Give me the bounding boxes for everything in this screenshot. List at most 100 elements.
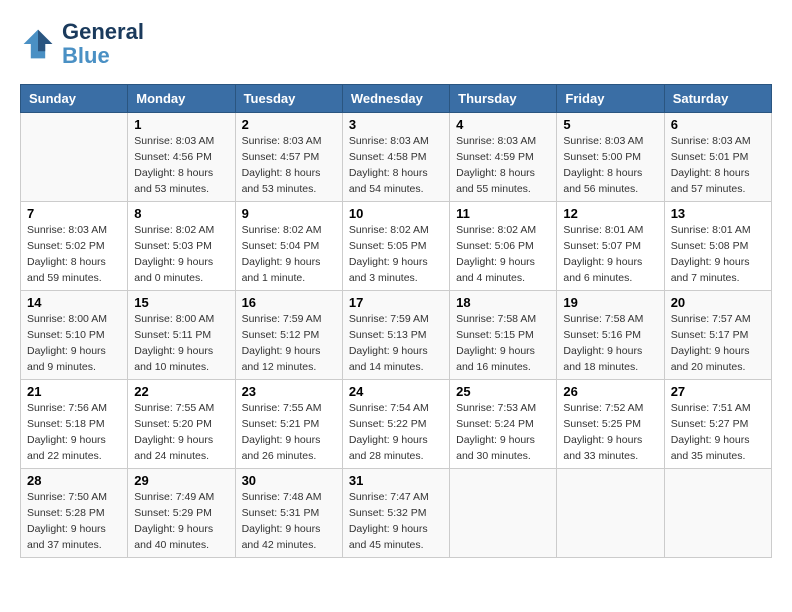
calendar-cell: 8 Sunrise: 8:02 AMSunset: 5:03 PMDaylight… (128, 202, 235, 291)
header-row: SundayMondayTuesdayWednesdayThursdayFrid… (21, 85, 772, 113)
calendar-cell: 30 Sunrise: 7:48 AMSunset: 5:31 PMDayligh… (235, 469, 342, 558)
day-info: Sunrise: 8:03 AMSunset: 5:00 PMDaylight:… (563, 134, 657, 197)
day-info: Sunrise: 7:53 AMSunset: 5:24 PMDaylight:… (456, 401, 550, 464)
header-saturday: Saturday (664, 85, 771, 113)
calendar-cell: 21 Sunrise: 7:56 AMSunset: 5:18 PMDayligh… (21, 380, 128, 469)
logo-text: General Blue (62, 20, 144, 68)
calendar-cell (21, 113, 128, 202)
day-info: Sunrise: 7:55 AMSunset: 5:21 PMDaylight:… (242, 401, 336, 464)
day-info: Sunrise: 8:01 AMSunset: 5:08 PMDaylight:… (671, 223, 765, 286)
day-number: 6 (671, 117, 765, 132)
day-info: Sunrise: 8:03 AMSunset: 4:56 PMDaylight:… (134, 134, 228, 197)
calendar-cell: 1 Sunrise: 8:03 AMSunset: 4:56 PMDaylight… (128, 113, 235, 202)
calendar-cell: 2Sunrise: 8:03 AMSunset: 4:57 PMDaylight… (235, 113, 342, 202)
day-number: 28 (27, 473, 121, 488)
day-number: 23 (242, 384, 336, 399)
day-number: 20 (671, 295, 765, 310)
calendar-cell: 4Sunrise: 8:03 AMSunset: 4:59 PMDaylight… (450, 113, 557, 202)
calendar-cell (450, 469, 557, 558)
day-info: Sunrise: 8:02 AMSunset: 5:05 PMDaylight:… (349, 223, 443, 286)
day-info: Sunrise: 8:02 AMSunset: 5:06 PMDaylight:… (456, 223, 550, 286)
header-tuesday: Tuesday (235, 85, 342, 113)
calendar-cell: 3 Sunrise: 8:03 AMSunset: 4:58 PMDaylight… (342, 113, 449, 202)
day-info: Sunrise: 7:47 AMSunset: 5:32 PMDaylight:… (349, 490, 443, 553)
day-number: 22 (134, 384, 228, 399)
day-info: Sunrise: 7:56 AMSunset: 5:18 PMDaylight:… (27, 401, 121, 464)
calendar-cell: 12Sunrise: 8:01 AMSunset: 5:07 PMDayligh… (557, 202, 664, 291)
day-info: Sunrise: 7:59 AMSunset: 5:12 PMDaylight:… (242, 312, 336, 375)
calendar-cell: 7 Sunrise: 8:03 AMSunset: 5:02 PMDaylight… (21, 202, 128, 291)
header-monday: Monday (128, 85, 235, 113)
day-info: Sunrise: 7:58 AMSunset: 5:15 PMDaylight:… (456, 312, 550, 375)
calendar-cell: 28Sunrise: 7:50 AMSunset: 5:28 PMDayligh… (21, 469, 128, 558)
calendar-cell: 16 Sunrise: 7:59 AMSunset: 5:12 PMDayligh… (235, 291, 342, 380)
logo-icon (20, 26, 56, 62)
week-row-3: 21 Sunrise: 7:56 AMSunset: 5:18 PMDayligh… (21, 380, 772, 469)
day-info: Sunrise: 7:57 AMSunset: 5:17 PMDaylight:… (671, 312, 765, 375)
calendar-header: SundayMondayTuesdayWednesdayThursdayFrid… (21, 85, 772, 113)
calendar-cell: 13 Sunrise: 8:01 AMSunset: 5:08 PMDayligh… (664, 202, 771, 291)
calendar-cell: 15Sunrise: 8:00 AMSunset: 5:11 PMDayligh… (128, 291, 235, 380)
day-number: 14 (27, 295, 121, 310)
day-info: Sunrise: 8:03 AMSunset: 4:57 PMDaylight:… (242, 134, 336, 197)
calendar-cell: 10 Sunrise: 8:02 AMSunset: 5:05 PMDayligh… (342, 202, 449, 291)
week-row-0: 1 Sunrise: 8:03 AMSunset: 4:56 PMDaylight… (21, 113, 772, 202)
day-info: Sunrise: 7:51 AMSunset: 5:27 PMDaylight:… (671, 401, 765, 464)
day-info: Sunrise: 7:55 AMSunset: 5:20 PMDaylight:… (134, 401, 228, 464)
day-info: Sunrise: 8:03 AMSunset: 5:01 PMDaylight:… (671, 134, 765, 197)
day-info: Sunrise: 7:54 AMSunset: 5:22 PMDaylight:… (349, 401, 443, 464)
calendar-cell: 26 Sunrise: 7:52 AMSunset: 5:25 PMDayligh… (557, 380, 664, 469)
header-wednesday: Wednesday (342, 85, 449, 113)
calendar-cell: 5 Sunrise: 8:03 AMSunset: 5:00 PMDaylight… (557, 113, 664, 202)
calendar-cell: 25 Sunrise: 7:53 AMSunset: 5:24 PMDayligh… (450, 380, 557, 469)
calendar-cell: 17Sunrise: 7:59 AMSunset: 5:13 PMDayligh… (342, 291, 449, 380)
calendar-cell: 24 Sunrise: 7:54 AMSunset: 5:22 PMDayligh… (342, 380, 449, 469)
calendar-cell: 11 Sunrise: 8:02 AMSunset: 5:06 PMDayligh… (450, 202, 557, 291)
day-number: 11 (456, 206, 550, 221)
day-info: Sunrise: 7:49 AMSunset: 5:29 PMDaylight:… (134, 490, 228, 553)
day-number: 26 (563, 384, 657, 399)
calendar-cell: 6 Sunrise: 8:03 AMSunset: 5:01 PMDaylight… (664, 113, 771, 202)
week-row-1: 7 Sunrise: 8:03 AMSunset: 5:02 PMDaylight… (21, 202, 772, 291)
day-number: 17 (349, 295, 443, 310)
day-info: Sunrise: 7:48 AMSunset: 5:31 PMDaylight:… (242, 490, 336, 553)
day-number: 9 (242, 206, 336, 221)
calendar-cell: 18 Sunrise: 7:58 AMSunset: 5:15 PMDayligh… (450, 291, 557, 380)
day-number: 13 (671, 206, 765, 221)
day-number: 25 (456, 384, 550, 399)
week-row-2: 14 Sunrise: 8:00 AMSunset: 5:10 PMDayligh… (21, 291, 772, 380)
day-info: Sunrise: 8:01 AMSunset: 5:07 PMDaylight:… (563, 223, 657, 286)
logo: General Blue (20, 20, 144, 68)
day-number: 27 (671, 384, 765, 399)
day-info: Sunrise: 8:00 AMSunset: 5:11 PMDaylight:… (134, 312, 228, 375)
day-number: 5 (563, 117, 657, 132)
header-thursday: Thursday (450, 85, 557, 113)
day-number: 21 (27, 384, 121, 399)
day-number: 4 (456, 117, 550, 132)
day-number: 16 (242, 295, 336, 310)
calendar-body: 1 Sunrise: 8:03 AMSunset: 4:56 PMDaylight… (21, 113, 772, 558)
calendar-cell: 22 Sunrise: 7:55 AMSunset: 5:20 PMDayligh… (128, 380, 235, 469)
day-number: 3 (349, 117, 443, 132)
day-number: 30 (242, 473, 336, 488)
calendar-table: SundayMondayTuesdayWednesdayThursdayFrid… (20, 84, 772, 558)
day-number: 1 (134, 117, 228, 132)
day-number: 18 (456, 295, 550, 310)
day-info: Sunrise: 8:00 AMSunset: 5:10 PMDaylight:… (27, 312, 121, 375)
calendar-cell: 29 Sunrise: 7:49 AMSunset: 5:29 PMDayligh… (128, 469, 235, 558)
header-sunday: Sunday (21, 85, 128, 113)
day-info: Sunrise: 7:52 AMSunset: 5:25 PMDaylight:… (563, 401, 657, 464)
day-number: 10 (349, 206, 443, 221)
calendar-cell (557, 469, 664, 558)
calendar-cell: 14 Sunrise: 8:00 AMSunset: 5:10 PMDayligh… (21, 291, 128, 380)
day-number: 8 (134, 206, 228, 221)
day-info: Sunrise: 7:58 AMSunset: 5:16 PMDaylight:… (563, 312, 657, 375)
day-number: 24 (349, 384, 443, 399)
calendar-cell: 31Sunrise: 7:47 AMSunset: 5:32 PMDayligh… (342, 469, 449, 558)
day-number: 29 (134, 473, 228, 488)
day-info: Sunrise: 8:02 AMSunset: 5:03 PMDaylight:… (134, 223, 228, 286)
calendar-cell: 27 Sunrise: 7:51 AMSunset: 5:27 PMDayligh… (664, 380, 771, 469)
day-number: 7 (27, 206, 121, 221)
day-info: Sunrise: 8:03 AMSunset: 4:58 PMDaylight:… (349, 134, 443, 197)
day-info: Sunrise: 8:03 AMSunset: 5:02 PMDaylight:… (27, 223, 121, 286)
